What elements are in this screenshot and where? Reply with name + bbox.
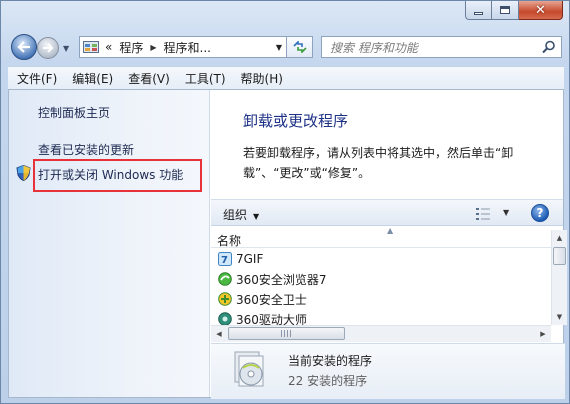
view-installed-updates-link[interactable]: 查看已安装的更新 bbox=[38, 141, 134, 158]
control-panel-home-link[interactable]: 控制面板主页 bbox=[38, 104, 110, 121]
details-title: 当前安装的程序 bbox=[288, 354, 373, 368]
list-item[interactable]: 360安全卫士 bbox=[211, 289, 551, 309]
installed-count: 22 安装的程序 bbox=[288, 374, 368, 388]
refresh-icon bbox=[292, 41, 307, 53]
search-input[interactable]: 搜索 程序和功能 bbox=[330, 39, 418, 56]
program-name: 7GIF bbox=[236, 252, 264, 266]
list-item[interactable]: 360安全浏览器7 bbox=[211, 269, 551, 289]
minimize-icon bbox=[474, 11, 483, 15]
address-dropdown-icon[interactable]: ▼ bbox=[276, 43, 282, 52]
breadcrumb-separator-icon[interactable]: ▶ bbox=[150, 43, 156, 52]
column-name[interactable]: 名称 bbox=[217, 232, 241, 249]
installed-programs-icon bbox=[234, 351, 264, 387]
organize-button[interactable]: 组织 ▼ bbox=[223, 206, 259, 223]
uac-shield-icon bbox=[16, 165, 31, 181]
grip-icon bbox=[281, 330, 291, 337]
menu-bar: 文件(F) 编辑(E) 查看(V) 工具(T) 帮助(H) bbox=[8, 66, 564, 89]
details-pane: 当前安装的程序 22 安装的程序 bbox=[211, 343, 565, 399]
help-button[interactable]: ? bbox=[531, 204, 549, 222]
content-area: 控制面板主页 查看已安装的更新 打开或关闭 Windows 功能 卸载或更改程序… bbox=[8, 89, 567, 399]
highlight-box bbox=[33, 159, 202, 192]
close-button[interactable]: ✕ bbox=[519, 1, 563, 20]
programs-pane: 卸载或更改程序 若要卸载程序，请从列表中将其选中，然后单击“卸载”、“更改”或“… bbox=[211, 90, 567, 399]
window: ✕ ▼ « 程序 ▶ 程序和... ▼ 搜索 程序和功能 文件(F) 编辑(E)… bbox=[0, 0, 570, 404]
organize-label: 组织 bbox=[223, 208, 248, 222]
recent-pages-dropdown[interactable]: ▼ bbox=[63, 44, 69, 53]
7gif-icon: 7 bbox=[218, 252, 232, 266]
menu-help[interactable]: 帮助(H) bbox=[235, 70, 289, 87]
vertical-scrollbar[interactable]: ▲ ▼ bbox=[551, 230, 567, 325]
sort-arrow-icon: ▲ bbox=[387, 226, 394, 235]
chevron-down-icon: ▼ bbox=[253, 212, 260, 221]
program-name: 360安全浏览器7 bbox=[236, 272, 327, 287]
back-button[interactable] bbox=[11, 34, 37, 60]
360-driver-icon bbox=[218, 312, 232, 325]
program-name: 360安全卫士 bbox=[236, 292, 307, 307]
command-bar: 组织 ▼ ▼ ? bbox=[211, 199, 563, 226]
arrow-left-icon bbox=[17, 41, 30, 53]
search-icon[interactable] bbox=[542, 40, 556, 54]
menu-tools[interactable]: 工具(T) bbox=[179, 70, 232, 87]
close-icon: ✕ bbox=[535, 2, 546, 18]
breadcrumb: « 程序 ▶ 程序和... bbox=[105, 39, 211, 56]
minimize-button[interactable] bbox=[465, 1, 492, 20]
scroll-right-icon[interactable]: ▶ bbox=[535, 326, 551, 342]
360-browser-icon bbox=[218, 272, 232, 286]
column-header[interactable]: ▲ 名称 bbox=[211, 226, 551, 249]
forward-button[interactable] bbox=[37, 37, 59, 59]
refresh-button[interactable] bbox=[287, 36, 313, 58]
svg-text:7: 7 bbox=[221, 255, 228, 266]
list-item[interactable]: 7 7GIF bbox=[211, 249, 551, 269]
menu-view[interactable]: 查看(V) bbox=[122, 70, 176, 87]
views-icon[interactable] bbox=[476, 208, 492, 220]
menu-file[interactable]: 文件(F) bbox=[11, 70, 63, 87]
views-dropdown-icon[interactable]: ▼ bbox=[503, 208, 509, 217]
program-list: 7 7GIF 360安全浏览器7 360安全卫士 360驱动大师 bbox=[211, 249, 551, 325]
maximize-button[interactable] bbox=[492, 1, 519, 20]
address-bar[interactable]: « 程序 ▶ 程序和... ▼ bbox=[79, 36, 287, 58]
arrow-right-icon bbox=[43, 43, 54, 53]
caption-buttons: ✕ bbox=[465, 1, 563, 21]
breadcrumb-item-programs[interactable]: 程序 bbox=[119, 39, 143, 56]
maximize-icon bbox=[500, 6, 510, 14]
scroll-thumb-horizontal[interactable] bbox=[228, 327, 345, 340]
control-panel-icon bbox=[83, 40, 99, 54]
360-safeguard-icon bbox=[218, 292, 232, 306]
scroll-up-icon[interactable]: ▲ bbox=[552, 230, 567, 246]
page-description: 若要卸载程序，请从列表中将其选中，然后单击“卸载”、“更改”或“修复”。 bbox=[243, 146, 514, 180]
scroll-down-icon[interactable]: ▼ bbox=[552, 309, 567, 325]
task-pane: 控制面板主页 查看已安装的更新 打开或关闭 Windows 功能 bbox=[9, 90, 210, 397]
menu-edit[interactable]: 编辑(E) bbox=[66, 70, 119, 87]
scroll-left-icon[interactable]: ◀ bbox=[211, 326, 227, 342]
list-item[interactable]: 360驱动大师 bbox=[211, 309, 551, 325]
scroll-thumb[interactable] bbox=[553, 247, 566, 265]
horizontal-scrollbar[interactable]: ◀ ▶ bbox=[211, 325, 551, 342]
breadcrumb-item-programs-features[interactable]: 程序和... bbox=[164, 39, 211, 56]
page-title: 卸载或更改程序 bbox=[243, 112, 349, 130]
search-box[interactable]: 搜索 程序和功能 bbox=[321, 36, 562, 58]
program-name: 360驱动大师 bbox=[236, 312, 307, 326]
navigation-bar: ▼ « 程序 ▶ 程序和... ▼ 搜索 程序和功能 bbox=[1, 31, 569, 63]
breadcrumb-prefix[interactable]: « bbox=[105, 40, 112, 54]
